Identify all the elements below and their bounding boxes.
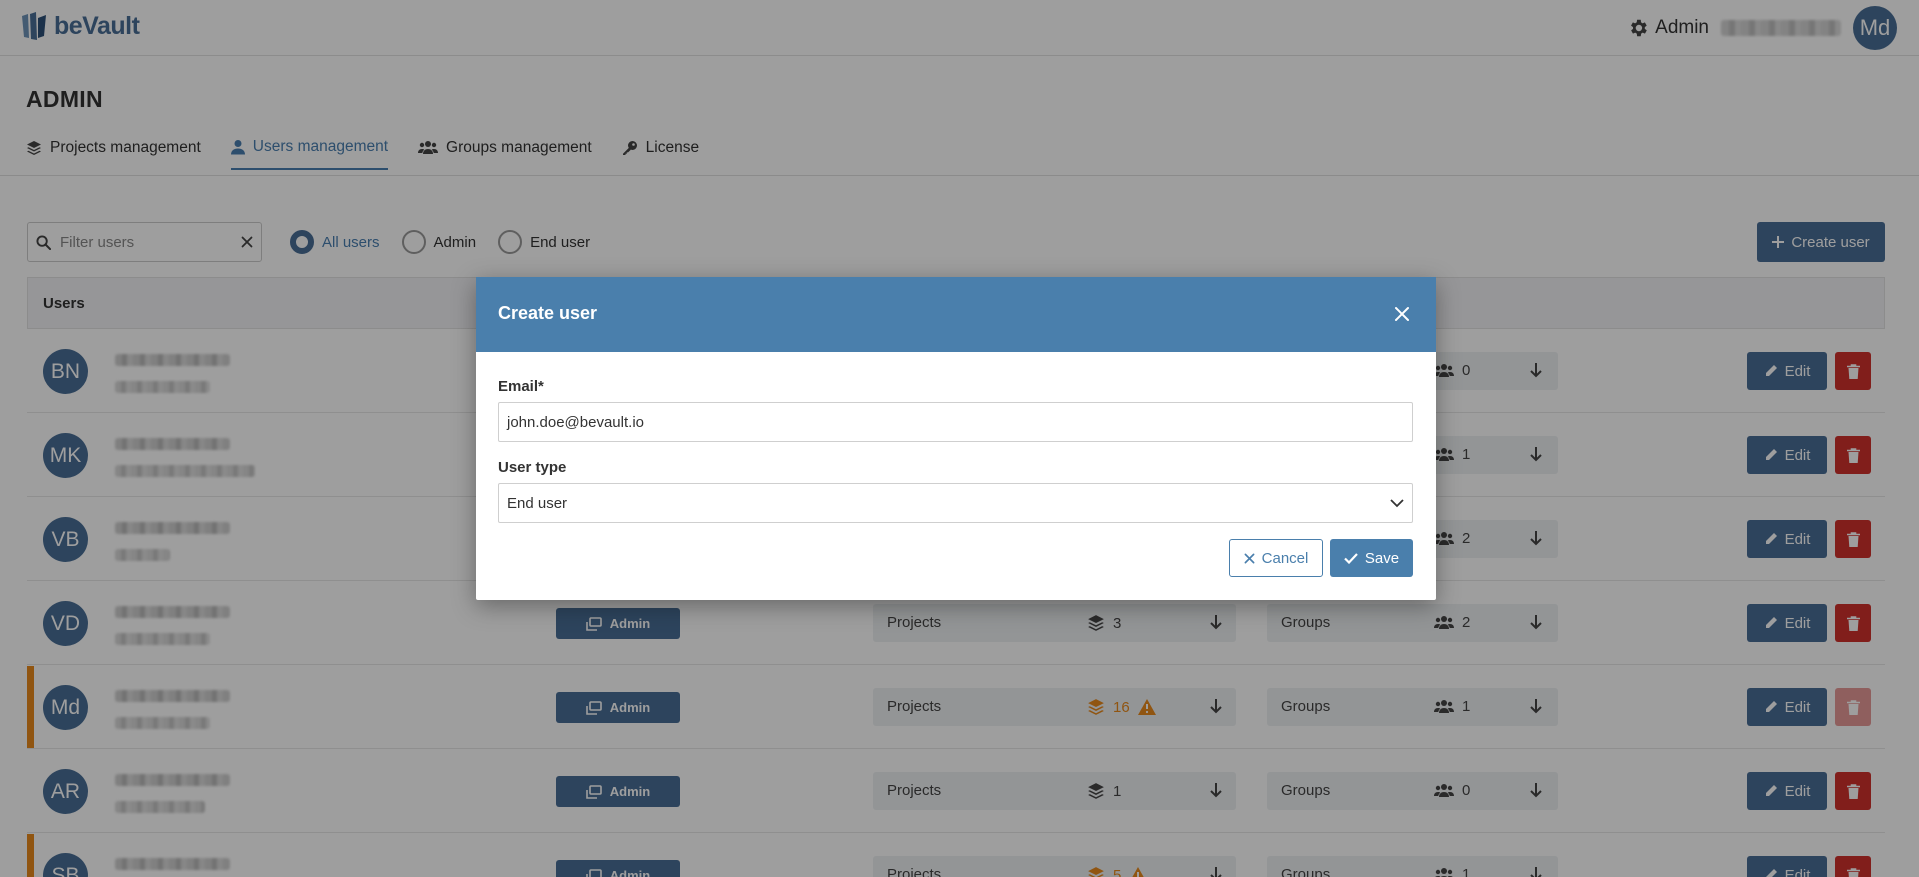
save-label: Save bbox=[1364, 549, 1400, 567]
check-icon bbox=[1344, 552, 1358, 564]
create-user-dialog: Create user Email* john.doe@bevault.io U… bbox=[476, 277, 1436, 600]
user-type-value: End user bbox=[507, 494, 568, 512]
dialog-header: Create user bbox=[476, 277, 1436, 352]
email-label: Email* bbox=[498, 378, 544, 395]
cancel-button[interactable]: Cancel bbox=[1229, 539, 1323, 577]
user-type-label: User type bbox=[498, 459, 567, 476]
cancel-label: Cancel bbox=[1261, 549, 1309, 567]
email-value: john.doe@bevault.io bbox=[507, 413, 644, 431]
email-field[interactable]: john.doe@bevault.io bbox=[498, 402, 1413, 442]
chevron-down-icon bbox=[1390, 498, 1404, 507]
user-type-select[interactable]: End user bbox=[498, 483, 1413, 523]
save-button[interactable]: Save bbox=[1330, 539, 1413, 577]
close-icon bbox=[1244, 553, 1255, 563]
close-icon[interactable] bbox=[1392, 304, 1412, 324]
dialog-title: Create user bbox=[498, 303, 598, 323]
